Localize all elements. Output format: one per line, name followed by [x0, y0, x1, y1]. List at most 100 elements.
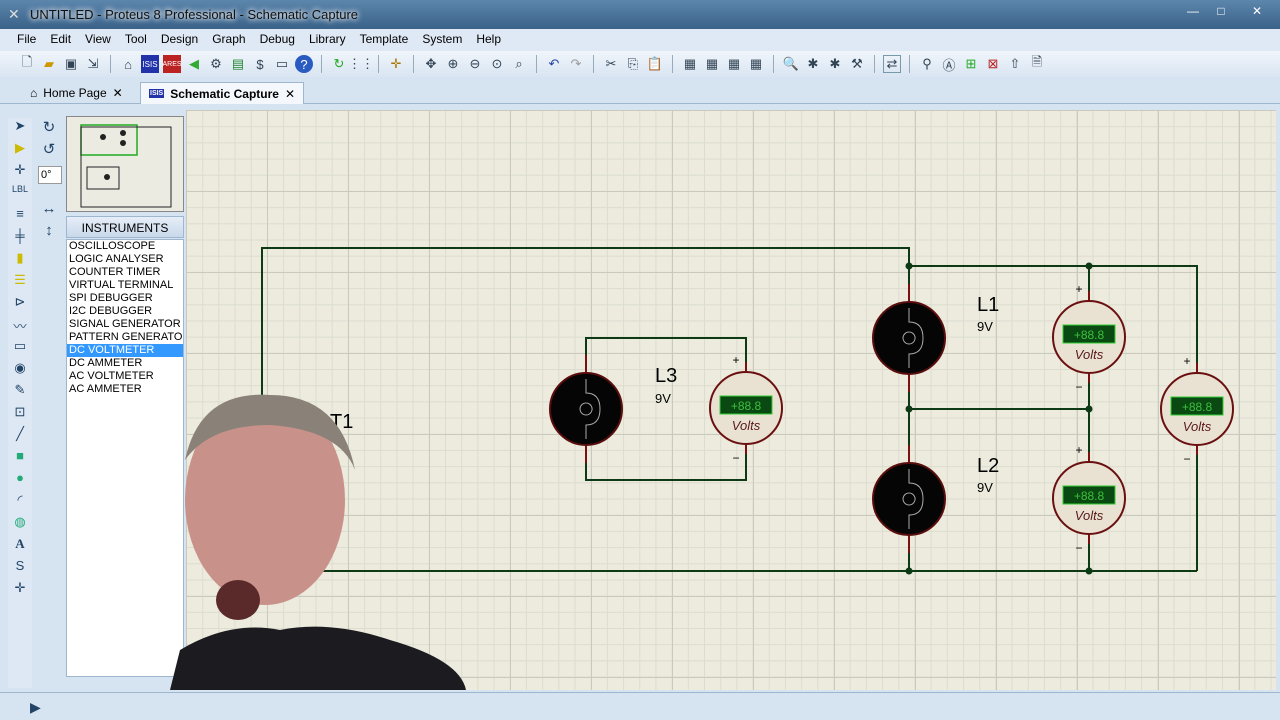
text-script-icon[interactable]: ≡: [8, 206, 32, 228]
3d-viewer-icon[interactable]: ◀: [185, 55, 203, 73]
make-device-icon[interactable]: ✱: [804, 55, 822, 73]
selection-mode-icon[interactable]: ➤: [8, 118, 32, 140]
cut-icon[interactable]: ✂: [602, 55, 620, 73]
cost-icon[interactable]: $: [251, 55, 269, 73]
subcircuit-icon[interactable]: ▮: [8, 250, 32, 272]
netlist-icon[interactable]: 🗎: [1028, 54, 1046, 73]
bom-icon[interactable]: ▤: [229, 55, 247, 73]
refresh-icon[interactable]: ↻: [330, 55, 348, 73]
decompose-icon[interactable]: ⚒: [848, 55, 866, 73]
text-icon[interactable]: A: [8, 536, 32, 558]
list-item[interactable]: PATTERN GENERATO: [67, 331, 183, 344]
list-item[interactable]: COUNTER TIMER: [67, 266, 183, 279]
marker-icon[interactable]: ✛: [8, 580, 32, 602]
menu-library[interactable]: Library: [302, 29, 353, 51]
zoom-in-icon[interactable]: ⊕: [444, 55, 462, 73]
tab-schematic-capture[interactable]: ISIS Schematic Capture ✕: [140, 82, 304, 104]
virtual-instruments-icon[interactable]: ⊡: [8, 404, 32, 426]
instruments-list[interactable]: OSCILLOSCOPE LOGIC ANALYSER COUNTER TIME…: [66, 239, 184, 677]
new-sheet-icon[interactable]: ⊞: [962, 55, 980, 73]
zoom-all-icon[interactable]: ⊙: [488, 55, 506, 73]
pick-device-icon[interactable]: 🔍: [782, 55, 800, 73]
close-window-button[interactable]: ✕: [1246, 4, 1268, 20]
menu-file[interactable]: File: [10, 29, 43, 51]
new-file-icon[interactable]: 🗋: [18, 54, 36, 73]
exit-to-parent-icon[interactable]: ⇧: [1006, 55, 1024, 73]
block-copy-icon[interactable]: ▦: [681, 55, 699, 73]
packaging-icon[interactable]: ✱: [826, 55, 844, 73]
wire-autorouter-icon[interactable]: ⇄: [883, 55, 901, 73]
menu-design[interactable]: Design: [154, 29, 205, 51]
box-icon[interactable]: ■: [8, 448, 32, 470]
zoom-out-icon[interactable]: ⊖: [466, 55, 484, 73]
block-delete-icon[interactable]: ▦: [747, 55, 765, 73]
ares-icon[interactable]: ARES: [162, 55, 182, 73]
tab-home-page[interactable]: ⌂ Home Page ✕: [22, 82, 131, 104]
voltage-probe-icon[interactable]: ✎: [8, 382, 32, 404]
graph-mode-icon[interactable]: 〰: [8, 316, 32, 338]
menu-help[interactable]: Help: [469, 29, 508, 51]
circle-icon[interactable]: ●: [8, 470, 32, 492]
help-icon[interactable]: ?: [295, 55, 313, 73]
component-mode-icon[interactable]: ▶: [8, 140, 32, 162]
arc-icon[interactable]: ◜: [8, 492, 32, 514]
minimize-button[interactable]: —: [1182, 4, 1204, 20]
rotation-angle-field[interactable]: [38, 166, 62, 184]
gerber-icon[interactable]: ⚙: [207, 55, 225, 73]
buses-icon[interactable]: ╪: [8, 228, 32, 250]
menu-system[interactable]: System: [415, 29, 469, 51]
block-move-icon[interactable]: ▦: [703, 55, 721, 73]
isis-icon[interactable]: ISIS: [141, 55, 159, 73]
vsm-studio-icon[interactable]: ▭: [273, 55, 291, 73]
search-tag-icon[interactable]: ⚲: [918, 55, 936, 73]
rotate-anticlockwise-icon[interactable]: ↺: [36, 140, 62, 162]
list-item[interactable]: AC VOLTMETER: [67, 370, 183, 383]
menu-tool[interactable]: Tool: [118, 29, 154, 51]
mirror-y-icon[interactable]: ↕: [36, 222, 62, 244]
overview-window[interactable]: [66, 116, 184, 212]
list-item[interactable]: DC AMMETER: [67, 357, 183, 370]
symbol-icon[interactable]: S: [8, 558, 32, 580]
undo-icon[interactable]: ↶: [545, 55, 563, 73]
property-tool-icon[interactable]: Ⓐ: [940, 55, 958, 73]
list-item[interactable]: SPI DEBUGGER: [67, 292, 183, 305]
list-item[interactable]: OSCILLOSCOPE: [67, 240, 183, 253]
grid-toggle-icon[interactable]: ⋮⋮: [348, 55, 374, 73]
list-item[interactable]: VIRTUAL TERMINAL: [67, 279, 183, 292]
wire-label-icon[interactable]: LBL: [8, 184, 32, 206]
list-item[interactable]: LOGIC ANALYSER: [67, 253, 183, 266]
play-simulation-icon[interactable]: ▶: [30, 699, 41, 716]
path-icon[interactable]: ◍: [8, 514, 32, 536]
origin-icon[interactable]: ✛: [387, 55, 405, 73]
junction-dot-icon[interactable]: ✛: [8, 162, 32, 184]
import-icon[interactable]: ⇲: [84, 55, 102, 73]
list-item[interactable]: I2C DEBUGGER: [67, 305, 183, 318]
device-pins-icon[interactable]: ⊳: [8, 294, 32, 316]
menu-view[interactable]: View: [78, 29, 118, 51]
copy-icon[interactable]: ⎘: [624, 55, 642, 73]
home-icon[interactable]: ⌂: [119, 55, 137, 73]
menu-debug[interactable]: Debug: [253, 29, 302, 51]
menu-edit[interactable]: Edit: [43, 29, 78, 51]
list-item[interactable]: SIGNAL GENERATOR: [67, 318, 183, 331]
list-item[interactable]: AC AMMETER: [67, 383, 183, 396]
mirror-x-icon[interactable]: ↔: [36, 200, 62, 222]
generator-icon[interactable]: ◉: [8, 360, 32, 382]
line-icon[interactable]: ╱: [8, 426, 32, 448]
close-tab-icon[interactable]: ✕: [285, 87, 295, 101]
list-item-selected[interactable]: DC VOLTMETER: [67, 344, 183, 357]
rotate-clockwise-icon[interactable]: ↻: [36, 118, 62, 140]
menu-graph[interactable]: Graph: [205, 29, 252, 51]
save-icon[interactable]: ▣: [62, 55, 80, 73]
maximize-button[interactable]: □: [1210, 4, 1232, 20]
pan-icon[interactable]: ✥: [422, 55, 440, 73]
tape-recorder-icon[interactable]: ▭: [8, 338, 32, 360]
open-folder-icon[interactable]: ▰: [40, 55, 58, 73]
remove-sheet-icon[interactable]: ⊠: [984, 55, 1002, 73]
redo-icon[interactable]: ↷: [567, 55, 585, 73]
terminals-icon[interactable]: ☰: [8, 272, 32, 294]
block-rotate-icon[interactable]: ▦: [725, 55, 743, 73]
paste-icon[interactable]: 📋: [646, 55, 664, 73]
close-tab-icon[interactable]: ✕: [113, 86, 123, 100]
zoom-area-icon[interactable]: ⌕: [510, 55, 528, 73]
